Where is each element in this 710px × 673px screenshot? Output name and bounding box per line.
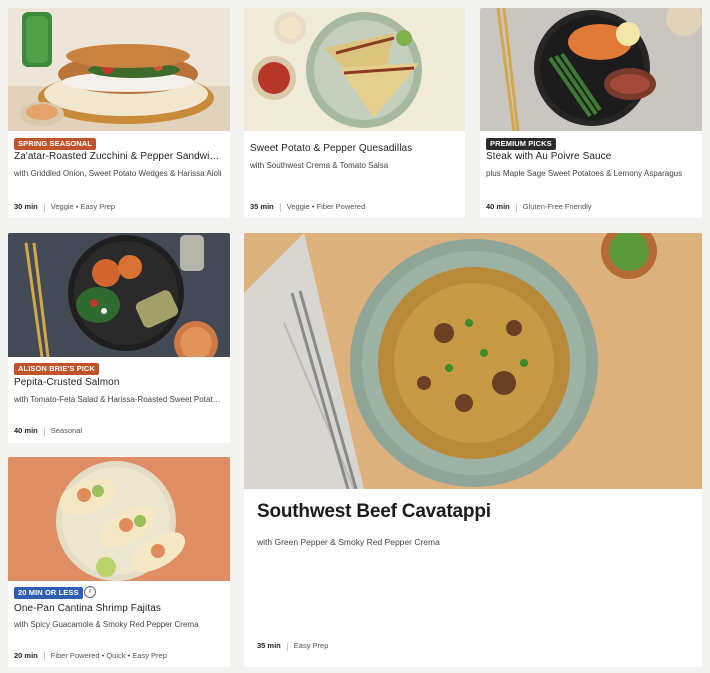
recipe-image-quesadillas[interactable] (244, 8, 465, 131)
recipe-title[interactable]: Sweet Potato & Pepper Quesadillas (250, 143, 459, 154)
recipe-image-cavatappi[interactable] (244, 233, 702, 489)
recipe-meta: 20 min Fiber Powered • Quick • Easy Prep (14, 651, 224, 661)
recipe-tags: Easy Prep (293, 641, 329, 650)
divider (43, 202, 45, 212)
badge-alison-bries-pick: ALISON BRIE'S PICK (14, 363, 99, 375)
cook-time: 35 min (257, 641, 281, 650)
recipe-image-sandwich[interactable] (8, 8, 230, 131)
divider (279, 202, 281, 212)
divider (43, 651, 45, 661)
recipe-image-salmon[interactable] (8, 233, 230, 357)
recipe-meta: 35 min Veggie • Fiber Powered (250, 202, 459, 212)
recipe-card-southwest-beef-cavatappi[interactable]: Southwest Beef Cavatappi with Green Pepp… (244, 233, 702, 667)
recipe-meta: 35 min Easy Prep (257, 641, 696, 651)
recipe-image-steak[interactable] (480, 8, 702, 131)
recipe-card-pepita-salmon[interactable]: ALISON BRIE'S PICK Pepita-Crusted Salmon… (8, 233, 230, 443)
recipe-card-steak-au-poivre[interactable]: PREMIUM PICKS Steak with Au Poivre Sauce… (480, 8, 702, 218)
recipe-meta: 30 min Veggie • Easy Prep (14, 202, 224, 212)
recipe-title[interactable]: Za'atar-Roasted Zucchini & Pepper Sandwi… (14, 151, 224, 162)
divider (286, 641, 288, 651)
cook-time: 40 min (486, 202, 510, 211)
recipe-tags: Gluten-Free Friendly (522, 202, 592, 211)
badge-label: 20 MIN OR LESS (18, 588, 79, 597)
recipe-tags: Seasonal (50, 426, 83, 435)
recipe-subtitle: with Southwest Crema & Tomato Salsa (250, 161, 389, 170)
badge-spring-seasonal: SPRING SEASONAL (14, 138, 97, 150)
recipe-card-sweet-potato-quesadillas[interactable]: Sweet Potato & Pepper Quesadillas with S… (244, 8, 465, 218)
recipe-subtitle: with Tomato-Feta Salad & Harissa-Roasted… (14, 395, 224, 404)
recipe-title[interactable]: Pepita-Crusted Salmon (14, 377, 224, 388)
recipe-subtitle: plus Maple Sage Sweet Potatoes & Lemony … (486, 169, 683, 178)
recipe-subtitle: with Griddled Onion, Sweet Potato Wedges… (14, 169, 222, 178)
recipe-title[interactable]: One-Pan Cantina Shrimp Fajitas (14, 603, 224, 614)
cook-time: 35 min (250, 202, 274, 211)
recipe-tags: Veggie • Fiber Powered (286, 202, 366, 211)
cook-time: 20 min (14, 651, 38, 660)
recipe-tags: Veggie • Easy Prep (50, 202, 116, 211)
recipe-tags: Fiber Powered • Quick • Easy Prep (50, 651, 167, 660)
divider (43, 426, 45, 436)
recipe-card-zaatar-zucchini[interactable]: SPRING SEASONAL Za'atar-Roasted Zucchini… (8, 8, 230, 218)
recipe-image-fajitas[interactable] (8, 457, 230, 581)
cook-time: 40 min (14, 426, 38, 435)
recipe-title[interactable]: Steak with Au Poivre Sauce (486, 151, 696, 162)
divider (515, 202, 517, 212)
recipe-title[interactable]: Southwest Beef Cavatappi (257, 501, 491, 523)
recipe-card-cantina-shrimp-fajitas[interactable]: 20 MIN OR LESS i One-Pan Cantina Shrimp … (8, 457, 230, 667)
cook-time: 30 min (14, 202, 38, 211)
recipe-subtitle: with Green Pepper & Smoky Red Pepper Cre… (257, 537, 440, 547)
recipe-meta: 40 min Seasonal (14, 426, 224, 436)
recipe-subtitle: with Spicy Guacamole & Smoky Red Pepper … (14, 620, 199, 629)
info-icon[interactable]: i (84, 586, 96, 598)
badge-20-min-or-less: 20 MIN OR LESS (14, 587, 83, 599)
badge-premium-picks: PREMIUM PICKS (486, 138, 556, 150)
recipe-meta: 40 min Gluten-Free Friendly (486, 202, 696, 212)
